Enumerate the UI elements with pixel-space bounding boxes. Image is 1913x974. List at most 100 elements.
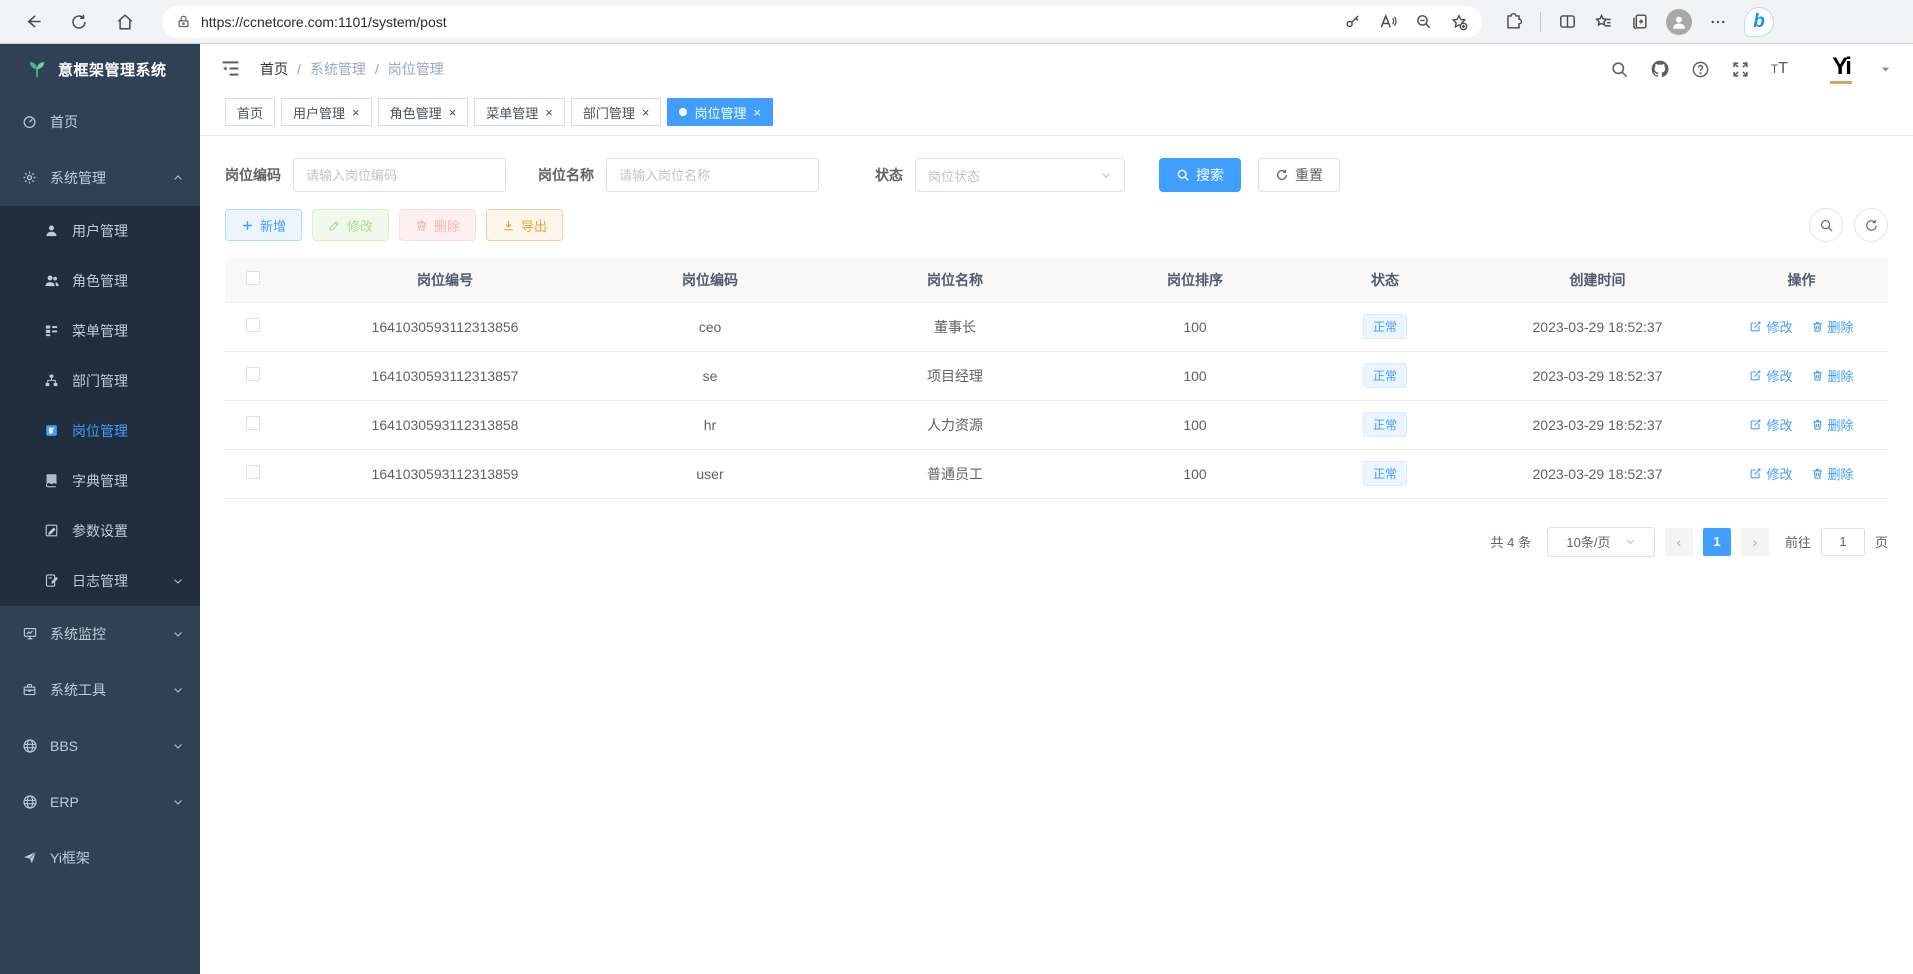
- sidebar-item-system-management[interactable]: 系统管理: [0, 150, 200, 206]
- tab-role-management[interactable]: 角色管理 ×: [378, 98, 469, 126]
- row-delete-link[interactable]: 删除: [1811, 317, 1854, 336]
- row-edit-link[interactable]: 修改: [1749, 366, 1792, 385]
- read-aloud-icon[interactable]: [1379, 13, 1397, 31]
- sidebar-item-post-management[interactable]: 岗位管理: [0, 406, 200, 456]
- cell-post-sort: 100: [1100, 449, 1290, 498]
- row-delete-link[interactable]: 删除: [1811, 415, 1854, 434]
- chevron-down-icon: [172, 575, 184, 587]
- show-search-toggle-button[interactable]: [1809, 208, 1843, 242]
- reset-button[interactable]: 重置: [1258, 158, 1340, 192]
- row-delete-link[interactable]: 删除: [1811, 464, 1854, 483]
- sidebar-item-erp[interactable]: ERP: [0, 774, 200, 830]
- sidebar-item-dict-management[interactable]: 字典管理: [0, 456, 200, 506]
- prev-page-button[interactable]: ‹: [1665, 528, 1693, 556]
- main-content: 首页 / 系统管理 / 岗位管理: [200, 44, 1913, 974]
- sidebar-item-home[interactable]: 首页: [0, 94, 200, 150]
- select-all-checkbox[interactable]: [246, 271, 260, 285]
- row-checkbox[interactable]: [246, 318, 260, 332]
- add-favorite-star-icon[interactable]: [1450, 13, 1468, 31]
- browser-refresh-button[interactable]: [62, 5, 96, 39]
- search-button[interactable]: 搜索: [1159, 158, 1241, 192]
- fullscreen-icon[interactable]: [1731, 60, 1750, 79]
- sidebar-item-menu-management[interactable]: 菜单管理: [0, 306, 200, 356]
- row-edit-link[interactable]: 修改: [1749, 464, 1792, 483]
- browser-profile-avatar[interactable]: [1666, 9, 1692, 35]
- app-logo[interactable]: 意框架管理系统: [0, 44, 200, 94]
- password-key-icon[interactable]: [1344, 13, 1361, 30]
- browser-more-menu-icon[interactable]: [1709, 13, 1727, 31]
- row-checkbox[interactable]: [246, 367, 260, 381]
- row-checkbox[interactable]: [246, 416, 260, 430]
- tab-close-icon[interactable]: ×: [753, 106, 761, 119]
- breadcrumb-home[interactable]: 首页: [260, 59, 288, 79]
- cell-post-id: 1641030593112313856: [280, 302, 610, 351]
- font-size-icon[interactable]: TT: [1771, 60, 1788, 78]
- browser-home-button[interactable]: [108, 5, 142, 39]
- column-header: 岗位编码: [610, 258, 810, 302]
- add-button[interactable]: 新增: [225, 209, 302, 241]
- sidebar-item-dept-management[interactable]: 部门管理: [0, 356, 200, 406]
- tab-label: 角色管理: [390, 103, 442, 122]
- tab-close-icon[interactable]: ×: [449, 106, 457, 119]
- tab-menu-management[interactable]: 菜单管理×: [474, 98, 565, 126]
- split-screen-icon[interactable]: [1558, 12, 1577, 31]
- breadcrumb-post[interactable]: 岗位管理: [388, 59, 444, 79]
- sidebar-collapse-icon[interactable]: [220, 58, 242, 80]
- sidebar-item-role-management[interactable]: 角色管理: [0, 256, 200, 306]
- screen: https://ccnetcore.com:1101/system/post: [0, 0, 1913, 974]
- post-code-input[interactable]: [293, 158, 506, 192]
- row-delete-link[interactable]: 删除: [1811, 366, 1854, 385]
- tab-close-icon[interactable]: ×: [352, 106, 360, 119]
- address-bar[interactable]: https://ccnetcore.com:1101/system/post: [162, 6, 1482, 38]
- row-edit-link[interactable]: 修改: [1749, 317, 1792, 336]
- sidebar-item-log-management[interactable]: 日志管理: [0, 556, 200, 606]
- post-name-input[interactable]: [606, 158, 819, 192]
- breadcrumb-system[interactable]: 系统管理: [310, 59, 366, 79]
- tab-home[interactable]: 首页: [225, 98, 275, 126]
- refresh-table-button[interactable]: [1854, 208, 1888, 242]
- extensions-icon[interactable]: [1504, 12, 1523, 31]
- status-select[interactable]: 岗位状态: [915, 158, 1125, 192]
- tab-close-icon[interactable]: ×: [545, 106, 553, 119]
- page-size-select[interactable]: 10条/页: [1547, 527, 1655, 557]
- sidebar-item-user-management[interactable]: 用户管理: [0, 206, 200, 256]
- header-search-icon[interactable]: [1610, 60, 1629, 79]
- favorites-icon[interactable]: [1594, 12, 1613, 31]
- cell-post-code: ceo: [610, 302, 810, 351]
- tab-user-management[interactable]: 用户管理×: [281, 98, 372, 126]
- cell-post-id: 1641030593112313859: [280, 449, 610, 498]
- trash-icon: [1811, 418, 1824, 431]
- next-page-button[interactable]: ›: [1741, 528, 1769, 556]
- zoom-out-icon[interactable]: [1415, 13, 1432, 30]
- export-button[interactable]: 导出: [486, 209, 563, 241]
- page-1-button[interactable]: 1: [1703, 528, 1731, 556]
- row-checkbox[interactable]: [246, 465, 260, 479]
- table-row: 1641030593112313857se项目经理100正常2023-03-29…: [225, 351, 1888, 400]
- sidebar-item-system-monitor[interactable]: 系统监控: [0, 606, 200, 662]
- sidebar-item-yi-framework[interactable]: Yi框架: [0, 830, 200, 886]
- edit-button[interactable]: 修改: [312, 209, 389, 241]
- user-avatar-logo[interactable]: Yi: [1823, 52, 1859, 86]
- tab-dept-management[interactable]: 部门管理×: [571, 98, 662, 126]
- goto-page-input[interactable]: [1821, 528, 1865, 556]
- post-table: 岗位编号岗位编码岗位名称岗位排序状态创建时间操作 164103059311231…: [225, 258, 1888, 499]
- browser-back-button[interactable]: [16, 5, 50, 39]
- collections-icon[interactable]: [1630, 12, 1649, 31]
- sidebar-item-param-settings[interactable]: 参数设置: [0, 506, 200, 556]
- tab-post-management[interactable]: 岗位管理×: [667, 98, 773, 126]
- github-icon[interactable]: [1650, 59, 1670, 79]
- copilot-bing-icon[interactable]: b: [1744, 7, 1774, 37]
- row-edit-link[interactable]: 修改: [1749, 415, 1792, 434]
- cell-post-id: 1641030593112313857: [280, 351, 610, 400]
- sidebar-item-system-tools[interactable]: 系统工具: [0, 662, 200, 718]
- sidebar-item-bbs[interactable]: BBS: [0, 718, 200, 774]
- url-text[interactable]: https://ccnetcore.com:1101/system/post: [201, 14, 1344, 30]
- help-question-icon[interactable]: [1691, 60, 1710, 79]
- orgtree-icon: [44, 373, 60, 389]
- edit-icon: [1749, 467, 1762, 480]
- avatar-dropdown-caret-icon[interactable]: [1880, 64, 1891, 75]
- delete-button[interactable]: 删除: [399, 209, 476, 241]
- top-navbar: 首页 / 系统管理 / 岗位管理: [200, 44, 1913, 94]
- tab-close-icon[interactable]: ×: [642, 106, 650, 119]
- site-security-lock-icon[interactable]: [176, 14, 191, 29]
